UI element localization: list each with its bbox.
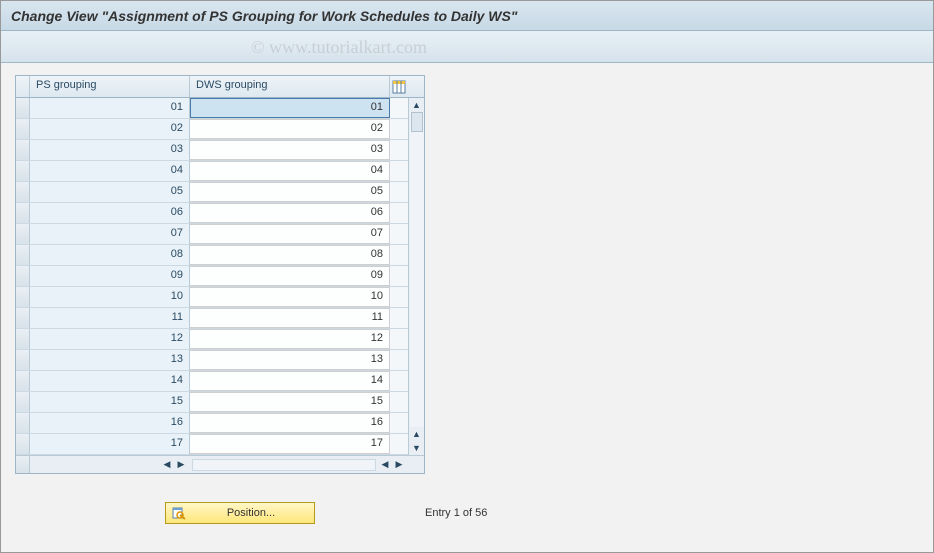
table-row: 0707 [16, 224, 424, 245]
hscroll-track[interactable] [192, 459, 376, 471]
cell-dws-grouping[interactable]: 14 [190, 371, 390, 391]
row-selector[interactable] [16, 140, 30, 160]
row-selector[interactable] [16, 287, 30, 307]
table-row: 1111 [16, 308, 424, 329]
table-settings-icon [392, 80, 406, 94]
page-title: Change View "Assignment of PS Grouping f… [1, 1, 933, 31]
table-row: 0303 [16, 140, 424, 161]
position-button-label: Position... [194, 507, 308, 519]
cell-ps-grouping: 06 [30, 203, 190, 223]
cell-ps-grouping: 13 [30, 350, 190, 370]
row-selector[interactable] [16, 161, 30, 181]
cell-dws-grouping[interactable]: 13 [190, 350, 390, 370]
cell-ps-grouping: 16 [30, 413, 190, 433]
cell-dws-grouping[interactable]: 12 [190, 329, 390, 349]
cell-dws-grouping[interactable]: 08 [190, 245, 390, 265]
vertical-scrollbar[interactable]: ▲ ▲ ▼ [408, 98, 424, 455]
scroll-right-icon[interactable]: ▶ [174, 458, 188, 472]
row-selector[interactable] [16, 413, 30, 433]
footer-row: Position... Entry 1 of 56 [15, 502, 933, 524]
table-settings-button[interactable] [390, 76, 408, 97]
row-selector[interactable] [16, 266, 30, 286]
table-row: 0101 [16, 98, 424, 119]
table-row: 1212 [16, 329, 424, 350]
cell-dws-grouping[interactable]: 16 [190, 413, 390, 433]
cell-ps-grouping: 10 [30, 287, 190, 307]
cell-ps-grouping: 05 [30, 182, 190, 202]
row-selector[interactable] [16, 308, 30, 328]
row-selector[interactable] [16, 392, 30, 412]
cell-dws-grouping[interactable]: 01 [190, 98, 390, 118]
cell-ps-grouping: 03 [30, 140, 190, 160]
table-row: 0202 [16, 119, 424, 140]
row-selector[interactable] [16, 329, 30, 349]
hscroll-spacer [16, 456, 30, 473]
scroll-right-icon[interactable]: ▶ [392, 458, 406, 472]
cell-ps-grouping: 07 [30, 224, 190, 244]
cell-dws-grouping[interactable]: 05 [190, 182, 390, 202]
position-icon [172, 506, 186, 520]
cell-dws-grouping[interactable]: 10 [190, 287, 390, 307]
column-header-dws-grouping[interactable]: DWS grouping [190, 76, 390, 97]
scroll-thumb[interactable] [411, 112, 423, 132]
cell-ps-grouping: 17 [30, 434, 190, 454]
cell-dws-grouping[interactable]: 03 [190, 140, 390, 160]
cell-dws-grouping[interactable]: 02 [190, 119, 390, 139]
scroll-down-icon[interactable]: ▼ [410, 441, 424, 455]
row-selector[interactable] [16, 98, 30, 118]
table-row: 1515 [16, 392, 424, 413]
cell-ps-grouping: 01 [30, 98, 190, 118]
cell-ps-grouping: 11 [30, 308, 190, 328]
scroll-up-step-icon[interactable]: ▲ [410, 427, 424, 441]
row-selector[interactable] [16, 182, 30, 202]
grouping-table: PS grouping DWS grouping 0101 0202 0303 … [15, 75, 425, 474]
scroll-left-icon[interactable]: ◀ [378, 458, 392, 472]
row-selector[interactable] [16, 224, 30, 244]
cell-ps-grouping: 15 [30, 392, 190, 412]
cell-dws-grouping[interactable]: 11 [190, 308, 390, 328]
entry-count-text: Entry 1 of 56 [425, 507, 487, 519]
cell-dws-grouping[interactable]: 06 [190, 203, 390, 223]
row-selector[interactable] [16, 245, 30, 265]
row-selector[interactable] [16, 350, 30, 370]
application-toolbar [1, 31, 933, 63]
cell-dws-grouping[interactable]: 17 [190, 434, 390, 454]
cell-ps-grouping: 08 [30, 245, 190, 265]
scroll-left-icon[interactable]: ◀ [160, 458, 174, 472]
row-selector-header [16, 76, 30, 97]
row-selector[interactable] [16, 203, 30, 223]
table-row: 0808 [16, 245, 424, 266]
table-row: 0606 [16, 203, 424, 224]
cell-ps-grouping: 04 [30, 161, 190, 181]
horizontal-scrollbar: ◀ ▶ ◀ ▶ [16, 455, 424, 473]
scroll-track[interactable] [410, 112, 424, 427]
table-row: 1717 [16, 434, 424, 455]
scroll-up-icon[interactable]: ▲ [410, 98, 424, 112]
table-row: 1414 [16, 371, 424, 392]
table-header-row: PS grouping DWS grouping [16, 76, 424, 98]
cell-ps-grouping: 14 [30, 371, 190, 391]
row-selector[interactable] [16, 119, 30, 139]
table-row: 1010 [16, 287, 424, 308]
cell-ps-grouping: 12 [30, 329, 190, 349]
cell-dws-grouping[interactable]: 04 [190, 161, 390, 181]
position-button[interactable]: Position... [165, 502, 315, 524]
cell-dws-grouping[interactable]: 07 [190, 224, 390, 244]
table-row: 1616 [16, 413, 424, 434]
table-row: 0505 [16, 182, 424, 203]
cell-dws-grouping[interactable]: 09 [190, 266, 390, 286]
table-body: 0101 0202 0303 0404 0505 0606 0707 0808 … [16, 98, 424, 455]
row-selector[interactable] [16, 434, 30, 454]
content-area: PS grouping DWS grouping 0101 0202 0303 … [1, 63, 933, 524]
table-row: 1313 [16, 350, 424, 371]
table-row: 0404 [16, 161, 424, 182]
row-selector[interactable] [16, 371, 30, 391]
table-row: 0909 [16, 266, 424, 287]
cell-ps-grouping: 02 [30, 119, 190, 139]
column-header-ps-grouping[interactable]: PS grouping [30, 76, 190, 97]
cell-ps-grouping: 09 [30, 266, 190, 286]
cell-dws-grouping[interactable]: 15 [190, 392, 390, 412]
